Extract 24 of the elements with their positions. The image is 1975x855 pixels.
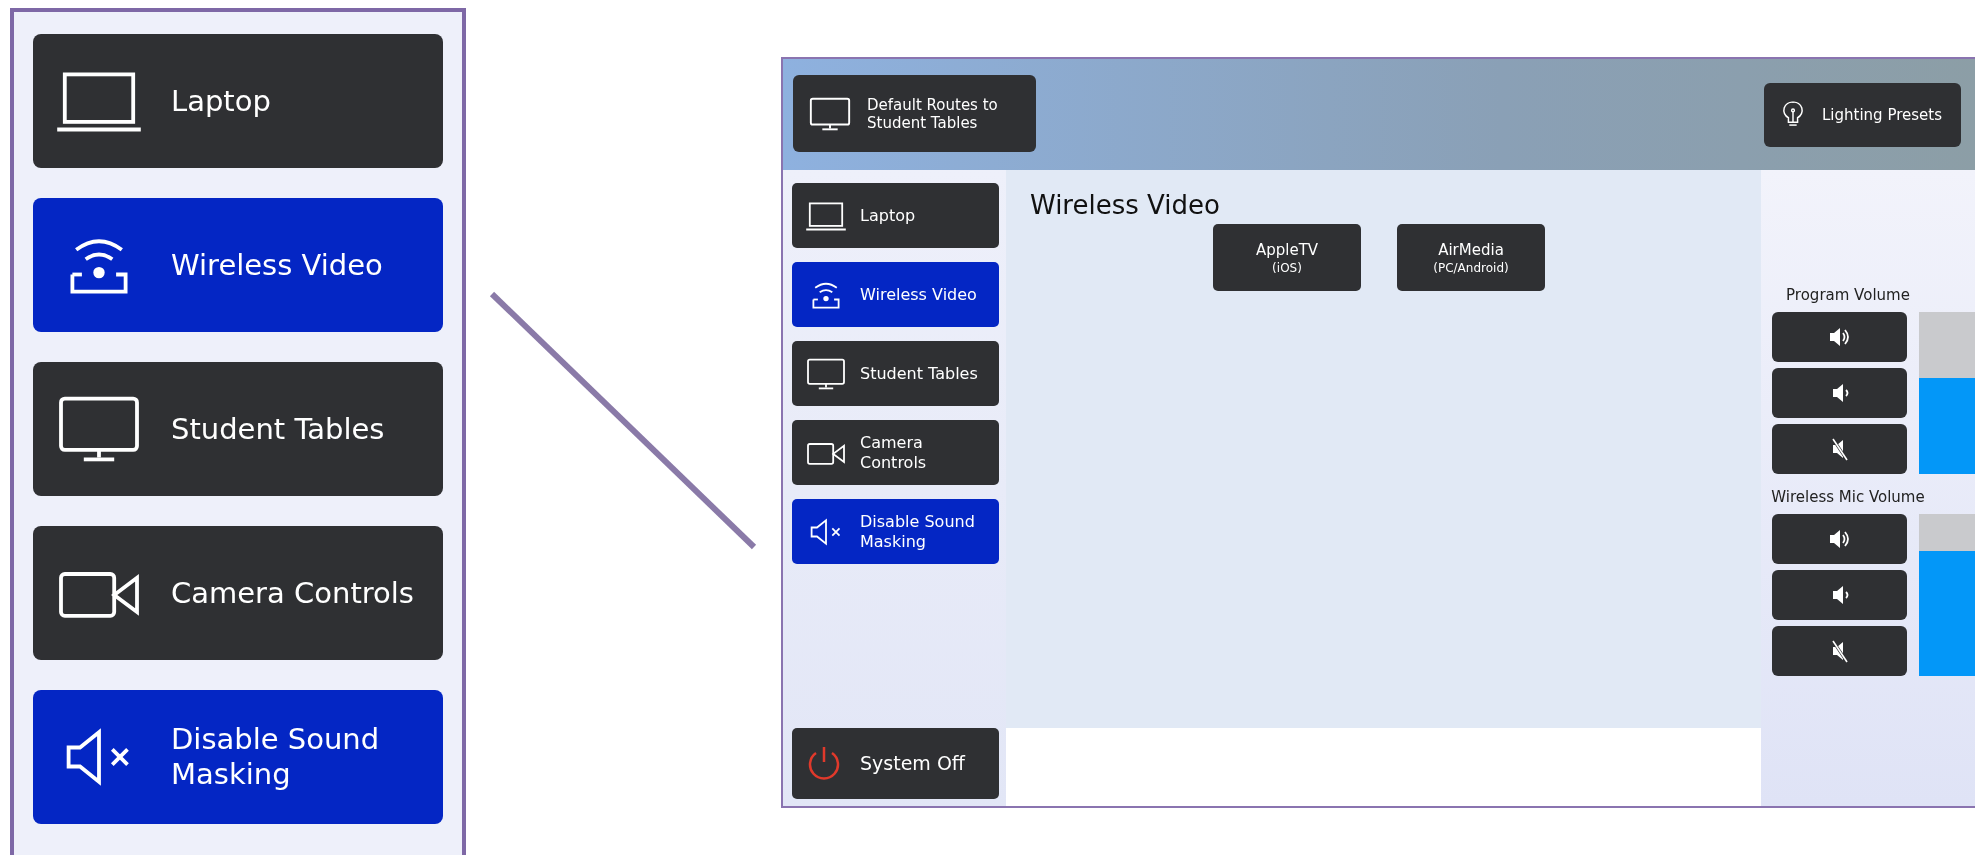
source-button[interactable]: Disable Sound Masking bbox=[792, 499, 999, 564]
volume-down-button[interactable] bbox=[1772, 570, 1907, 620]
source-button[interactable]: Student Tables bbox=[792, 341, 999, 406]
source-button[interactable]: Laptop bbox=[792, 183, 999, 248]
source-button[interactable]: Student Tables bbox=[33, 362, 443, 496]
source-button[interactable]: Wireless Video bbox=[792, 262, 999, 327]
source-button[interactable]: Disable Sound Masking bbox=[33, 690, 443, 824]
source-option-button[interactable]: AirMedia (PC/Android) bbox=[1397, 224, 1545, 291]
volume-label: Wireless Mic Volume bbox=[1770, 488, 1926, 506]
volume-up-button[interactable] bbox=[1772, 312, 1907, 362]
volume-up-button[interactable] bbox=[1772, 514, 1907, 564]
volume-down-button[interactable] bbox=[1772, 368, 1907, 418]
system-off-button[interactable]: System Off bbox=[792, 728, 999, 799]
source-button[interactable]: Laptop bbox=[33, 34, 443, 168]
source-button[interactable]: Camera Controls bbox=[33, 526, 443, 660]
source-option-button[interactable]: AppleTV (iOS) bbox=[1213, 224, 1361, 291]
source-button[interactable]: Wireless Video bbox=[33, 198, 443, 332]
section-title: Wireless Video bbox=[1030, 190, 1221, 220]
lighting-presets-button[interactable]: Lighting Presets bbox=[1764, 82, 1961, 147]
volume-mute-button[interactable] bbox=[1772, 424, 1907, 474]
source-button[interactable]: Camera Controls bbox=[792, 420, 999, 485]
volume-label: Program Volume bbox=[1785, 286, 1911, 304]
default-routes-button[interactable]: Default Routes to Student Tables bbox=[793, 75, 1036, 152]
volume-mute-button[interactable] bbox=[1772, 626, 1907, 676]
